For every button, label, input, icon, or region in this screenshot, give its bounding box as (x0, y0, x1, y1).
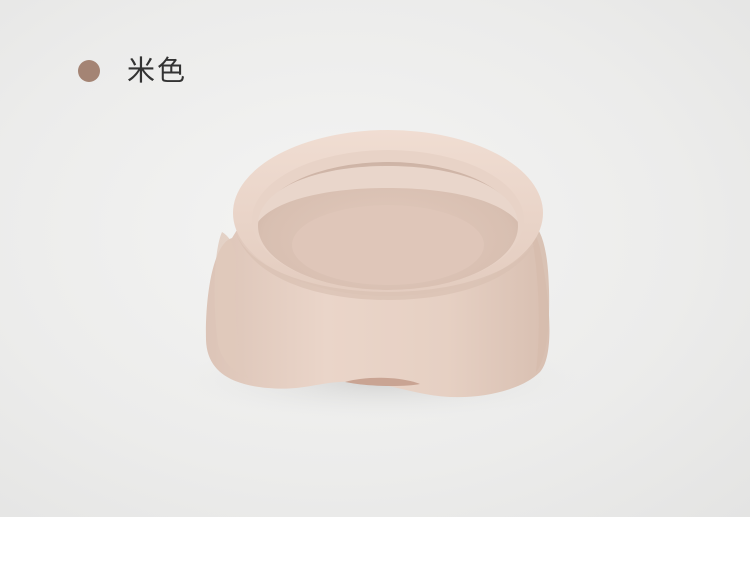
bottom-white-strip (0, 517, 750, 563)
bowl-floor (292, 205, 484, 285)
product-photo-area: 米色 (0, 0, 750, 517)
pet-bowl-photo (180, 130, 580, 420)
